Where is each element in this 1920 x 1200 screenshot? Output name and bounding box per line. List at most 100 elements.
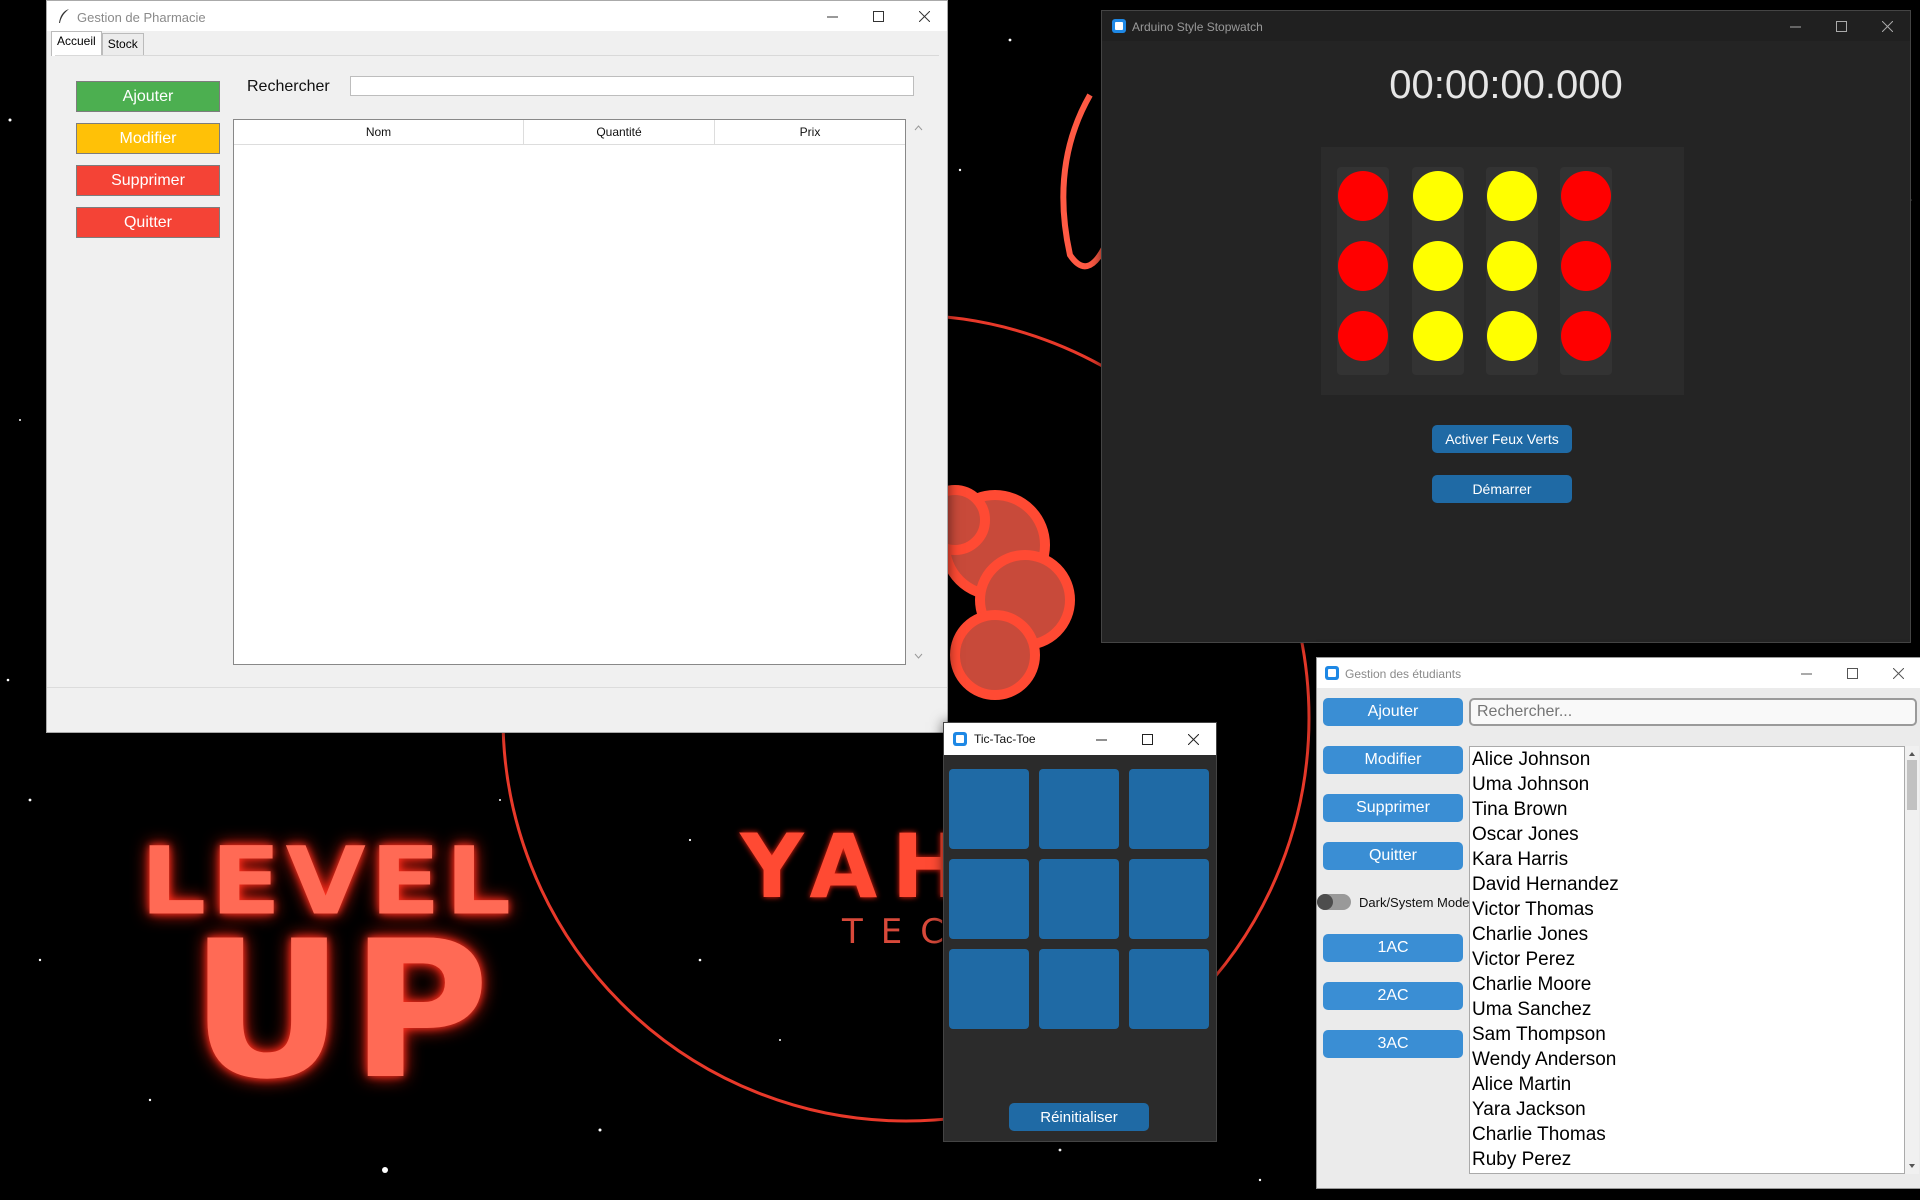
maximize-button[interactable]: [1829, 658, 1875, 688]
maximize-icon: [1141, 733, 1153, 745]
board-cell[interactable]: [1129, 769, 1209, 849]
filter-1ac-button[interactable]: 1AC: [1323, 934, 1463, 962]
list-item[interactable]: Kara Harris: [1470, 847, 1904, 872]
list-item[interactable]: Victor Perez: [1470, 947, 1904, 972]
board-cell[interactable]: [949, 859, 1029, 939]
list-item[interactable]: Sam Thompson: [1470, 1022, 1904, 1047]
student-list-scrollbar[interactable]: [1905, 746, 1919, 1174]
close-button[interactable]: [901, 1, 947, 31]
scroll-up-icon: [914, 125, 923, 131]
delete-student-button[interactable]: Supprimer: [1323, 794, 1463, 822]
maximize-icon: [872, 10, 884, 22]
tictactoe-title: Tic-Tac-Toe: [974, 732, 1036, 746]
stopwatch-title: Arduino Style Stopwatch: [1132, 20, 1263, 34]
list-item[interactable]: Alice Martin: [1470, 1072, 1904, 1097]
list-item[interactable]: Oscar Jones: [1470, 822, 1904, 847]
yellow-light: [1413, 241, 1463, 291]
pharmacy-home-panel: Ajouter Modifier Supprimer Quitter Reche…: [55, 55, 939, 676]
students-window[interactable]: Gestion des étudiants Ajouter Modifier S…: [1316, 657, 1920, 1189]
board-cell[interactable]: [1039, 949, 1119, 1029]
minimize-button[interactable]: [1772, 11, 1818, 41]
theme-toggle-label: Dark/System Mode: [1359, 894, 1470, 910]
wallpaper-up-text: UP: [190, 900, 496, 1121]
close-icon: [918, 10, 930, 22]
red-light: [1561, 311, 1611, 361]
stopwatch-time-display: 00:00:00.000: [1389, 63, 1623, 107]
pharmacy-status-area: [47, 687, 947, 732]
add-button[interactable]: Ajouter: [76, 81, 220, 112]
list-item[interactable]: Charlie Thomas: [1470, 1122, 1904, 1147]
close-icon: [1881, 20, 1893, 32]
maximize-button[interactable]: [1124, 723, 1170, 755]
list-item[interactable]: Victor Thomas: [1470, 897, 1904, 922]
minimize-button[interactable]: [1783, 658, 1829, 688]
reset-button[interactable]: Réinitialiser: [1009, 1103, 1149, 1131]
minimize-button[interactable]: [809, 1, 855, 31]
search-label: Rechercher: [247, 78, 330, 95]
toggle-switch[interactable]: [1317, 894, 1351, 910]
tictactoe-window[interactable]: Tic-Tac-Toe Réinitialiser: [943, 722, 1217, 1142]
pharmacy-titlebar[interactable]: Gestion de Pharmacie: [47, 1, 947, 31]
yellow-light: [1413, 171, 1463, 221]
list-item[interactable]: David Hernandez: [1470, 872, 1904, 897]
board-cell[interactable]: [949, 769, 1029, 849]
column-header-nom[interactable]: Nom: [234, 120, 524, 144]
edit-button[interactable]: Modifier: [76, 123, 220, 154]
app-icon: [1325, 666, 1339, 685]
board-cell[interactable]: [949, 949, 1029, 1029]
app-icon: [1112, 19, 1126, 38]
close-button[interactable]: [1864, 11, 1910, 41]
delete-button[interactable]: Supprimer: [76, 165, 220, 196]
maximize-button[interactable]: [855, 1, 901, 31]
stopwatch-window[interactable]: Arduino Style Stopwatch 00:00:00.000 Act…: [1101, 10, 1911, 643]
stopwatch-titlebar[interactable]: Arduino Style Stopwatch: [1102, 11, 1910, 41]
minimize-button[interactable]: [1078, 723, 1124, 755]
medicine-table[interactable]: Nom Quantité Prix: [233, 119, 906, 665]
filter-2ac-button[interactable]: 2AC: [1323, 982, 1463, 1010]
student-listbox[interactable]: Alice Johnson Uma Johnson Tina Brown Oscar …: [1469, 746, 1905, 1174]
column-header-prix[interactable]: Prix: [715, 120, 905, 144]
table-scrollbar[interactable]: [911, 119, 926, 665]
list-item[interactable]: Ruby Perez: [1470, 1147, 1904, 1172]
board-cell[interactable]: [1039, 859, 1119, 939]
filter-3ac-button[interactable]: 3AC: [1323, 1030, 1463, 1058]
board-cell[interactable]: [1129, 949, 1209, 1029]
red-light: [1338, 311, 1388, 361]
red-light: [1561, 171, 1611, 221]
theme-toggle[interactable]: Dark/System Mode: [1317, 894, 1470, 910]
add-student-button[interactable]: Ajouter: [1323, 698, 1463, 726]
list-item[interactable]: Alice Johnson: [1470, 747, 1904, 772]
pharmacy-window[interactable]: Gestion de Pharmacie Accueil Stock Ajout…: [46, 0, 948, 733]
search-input[interactable]: [350, 76, 914, 96]
list-item[interactable]: Uma Johnson: [1470, 772, 1904, 797]
student-search-input[interactable]: [1469, 698, 1917, 726]
tab-accueil[interactable]: Accueil: [51, 31, 102, 56]
list-item[interactable]: Charlie Jones: [1470, 922, 1904, 947]
start-button[interactable]: Démarrer: [1432, 475, 1572, 503]
board-cell[interactable]: [1039, 769, 1119, 849]
close-button[interactable]: [1170, 723, 1216, 755]
column-header-quantite[interactable]: Quantité: [524, 120, 715, 144]
list-item[interactable]: Tina Brown: [1470, 797, 1904, 822]
quit-button[interactable]: Quitter: [76, 207, 220, 238]
minimize-icon: [1789, 26, 1801, 27]
activate-green-lights-button[interactable]: Activer Feux Verts: [1432, 425, 1572, 453]
list-item[interactable]: Uma Sanchez: [1470, 997, 1904, 1022]
feather-icon: [57, 8, 71, 29]
red-light: [1338, 171, 1388, 221]
list-item[interactable]: Charlie Moore: [1470, 972, 1904, 997]
tictactoe-titlebar[interactable]: Tic-Tac-Toe: [944, 723, 1216, 755]
edit-student-button[interactable]: Modifier: [1323, 746, 1463, 774]
close-button[interactable]: [1875, 658, 1920, 688]
list-item[interactable]: Yara Jackson: [1470, 1097, 1904, 1122]
scroll-thumb[interactable]: [1907, 760, 1917, 810]
list-item[interactable]: Wendy Anderson: [1470, 1047, 1904, 1072]
light-column: [1486, 167, 1538, 375]
maximize-button[interactable]: [1818, 11, 1864, 41]
board-cell[interactable]: [1129, 859, 1209, 939]
quit-button[interactable]: Quitter: [1323, 842, 1463, 870]
traffic-lights-panel: [1321, 147, 1684, 395]
yellow-light: [1487, 241, 1537, 291]
students-titlebar[interactable]: Gestion des étudiants: [1317, 658, 1920, 688]
tab-stock[interactable]: Stock: [101, 33, 144, 55]
